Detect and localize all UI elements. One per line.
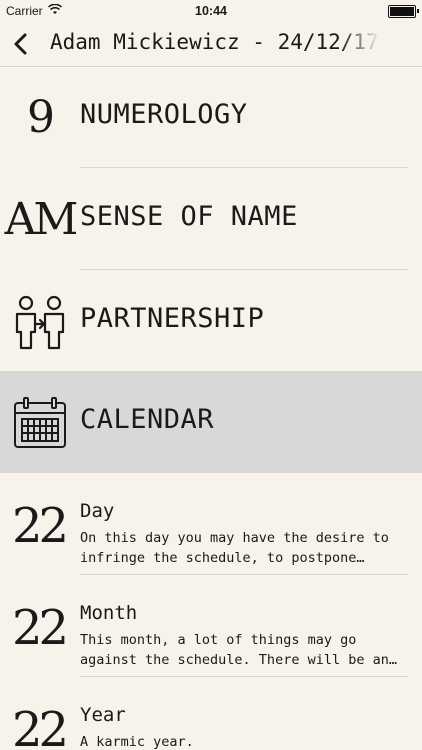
calendar-entry-year[interactable]: 22 Year A karmic year. (0, 696, 422, 750)
entry-description: This month, a lot of things may go again… (80, 632, 389, 668)
nav-title: Adam Mickiewicz - 24/12/1798 (50, 30, 380, 54)
menu-item-partnership[interactable]: PARTNERSHIP (0, 270, 422, 372)
initials-text: AM (4, 194, 79, 245)
menu-item-label: CALENDAR (80, 404, 215, 435)
entry-title: Day (80, 500, 115, 522)
calendar-entry-day[interactable]: 22 Day On this day you may have the desi… (0, 492, 422, 593)
divider (80, 574, 408, 575)
calendar-entry-month[interactable]: 22 Month This month, a lot of things may… (0, 594, 422, 695)
menu-item-label: SENSE OF NAME (80, 201, 298, 232)
menu-item-sense-of-name[interactable]: AM SENSE OF NAME (0, 168, 422, 270)
entry-number: 22 (12, 600, 69, 656)
entry-description: On this day you may have the desire to i… (80, 530, 389, 566)
numerology-number: 9 (27, 92, 55, 143)
menu-item-calendar[interactable]: CALENDAR (0, 371, 422, 473)
back-button[interactable] (8, 30, 36, 58)
initials-icon: AM (5, 190, 79, 250)
menu-item-numerology[interactable]: 9 NUMEROLOGY (0, 66, 422, 168)
menu-item-label: NUMEROLOGY (80, 99, 248, 130)
entry-number: 22 (12, 498, 69, 554)
menu-item-label: PARTNERSHIP (80, 303, 265, 334)
battery-icon (388, 5, 419, 18)
calendar-icon (8, 393, 72, 453)
partnership-icon (8, 292, 72, 352)
status-time: 10:44 (195, 4, 227, 18)
entry-title: Month (80, 602, 138, 624)
numerology-icon: 9 (8, 88, 72, 148)
divider (80, 676, 408, 677)
navigation-bar: Adam Mickiewicz - 24/12/1798 (0, 22, 422, 67)
chevron-left-icon (14, 33, 27, 55)
entry-description: A karmic year. (80, 734, 194, 750)
entry-title: Year (80, 704, 126, 726)
entry-number: 22 (12, 702, 69, 750)
status-bar: Carrier 10:44 (0, 0, 422, 22)
